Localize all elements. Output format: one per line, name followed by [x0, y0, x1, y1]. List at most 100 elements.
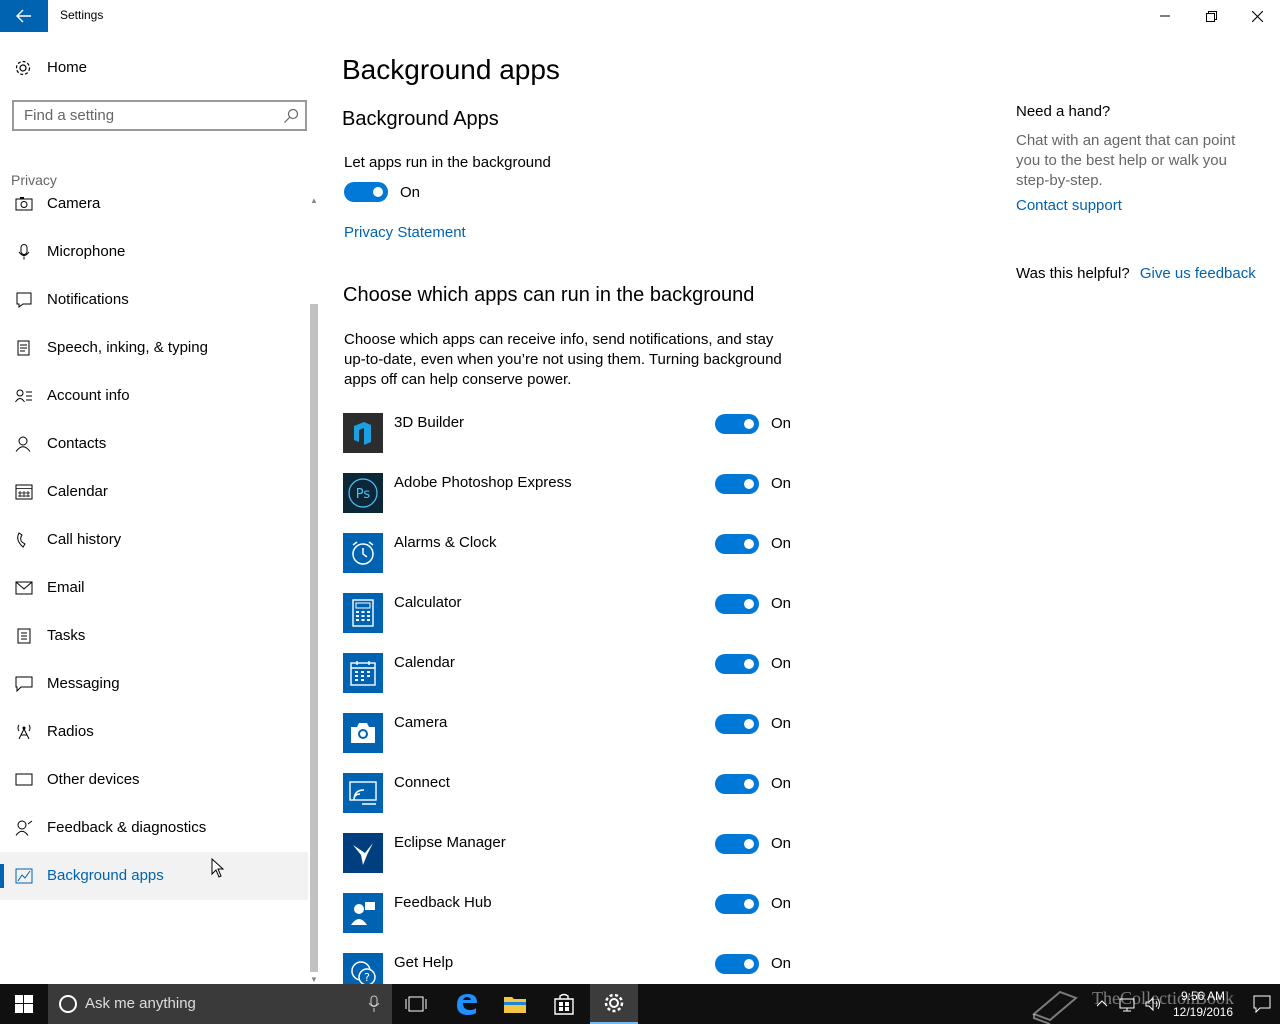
radios-icon [17, 724, 31, 740]
search-placeholder: Find a setting [24, 107, 115, 124]
app-toggle[interactable] [715, 894, 759, 914]
sidebar-item-label: Calendar [47, 483, 108, 500]
messaging-icon [15, 676, 33, 692]
section-title-choose-apps: Choose which apps can run in the backgro… [343, 284, 755, 306]
sidebar-item-speech[interactable]: Speech, inking, & typing [0, 324, 308, 372]
book-watermark-icon [1032, 990, 1078, 1024]
app-row-alarms-clock: Alarms & Clock On [343, 533, 803, 575]
sidebar-item-email[interactable]: Email [0, 564, 308, 612]
camera-app-icon [343, 713, 383, 753]
minimize-icon [1160, 15, 1170, 17]
svg-text:Ps: Ps [356, 487, 371, 502]
app-name: 3D Builder [394, 414, 465, 431]
cortana-search-box[interactable]: Ask me anything [48, 984, 392, 1024]
sidebar-item-tasks[interactable]: Tasks [0, 612, 308, 660]
task-view-button[interactable] [392, 984, 440, 1024]
taskbar-store[interactable] [540, 984, 588, 1024]
sidebar-item-label: Messaging [47, 675, 120, 692]
app-row-calendar: Calendar On [343, 653, 803, 695]
app-name: Feedback Hub [394, 894, 492, 911]
sidebar-item-label: Other devices [47, 771, 140, 788]
sidebar-item-label: Email [47, 579, 85, 596]
app-toggle[interactable] [715, 534, 759, 554]
scroll-down-icon[interactable]: ▼ [310, 975, 318, 984]
app-toggle[interactable] [715, 654, 759, 674]
restore-button[interactable] [1188, 0, 1234, 32]
sidebar-item-background-apps[interactable]: Background apps [0, 852, 308, 900]
camera-icon [15, 197, 33, 211]
scroll-up-icon[interactable]: ▲ [310, 196, 318, 205]
app-toggle-state: On [771, 415, 792, 432]
minimize-button[interactable] [1142, 0, 1188, 32]
windows-logo-icon [15, 995, 33, 1013]
call-history-icon [17, 532, 26, 548]
action-center-icon[interactable] [1252, 994, 1272, 1014]
sidebar-item-label: Speech, inking, & typing [47, 339, 208, 356]
account-info-icon [15, 389, 32, 403]
app-name: Eclipse Manager [394, 834, 506, 851]
microphone-icon[interactable] [368, 995, 380, 1013]
search-input[interactable]: Find a setting [12, 100, 307, 131]
sidebar-item-messaging[interactable]: Messaging [0, 660, 308, 708]
sidebar-item-other-devices[interactable]: Other devices [0, 756, 308, 804]
master-toggle[interactable] [344, 182, 388, 202]
get-help-icon: ? [343, 953, 383, 984]
speech-icon [17, 340, 30, 356]
app-toggle[interactable] [715, 414, 759, 434]
taskbar-settings[interactable] [590, 984, 638, 1024]
sidebar-item-notifications[interactable]: Notifications [0, 276, 308, 324]
contact-support-link[interactable]: Contact support [1016, 197, 1122, 214]
task-view-icon [405, 996, 427, 1012]
network-icon[interactable] [1118, 995, 1136, 1013]
app-toggle-state: On [771, 775, 792, 792]
feedback-icon [15, 820, 33, 836]
app-toggle[interactable] [715, 774, 759, 794]
volume-icon[interactable] [1144, 995, 1162, 1013]
toggle-knob [744, 839, 754, 849]
mouse-cursor-icon [211, 858, 225, 878]
give-feedback-link[interactable]: Give us feedback [1140, 265, 1256, 282]
sidebar-item-calendar[interactable]: Calendar [0, 468, 308, 516]
cortana-icon [59, 995, 77, 1013]
app-row-connect: Connect On [343, 773, 803, 815]
eclipse-manager-icon [343, 833, 383, 873]
sidebar-scrollbar[interactable]: ▲ ▼ [308, 196, 320, 984]
close-button[interactable] [1234, 0, 1280, 32]
taskbar-edge[interactable] [443, 984, 491, 1024]
connect-icon [343, 773, 383, 813]
cortana-placeholder: Ask me anything [85, 995, 196, 1012]
taskbar-clock[interactable]: 9:56 AM 12/19/2016 [1168, 988, 1238, 1020]
app-name: Get Help [394, 954, 454, 971]
sidebar-home[interactable]: Home [0, 52, 308, 84]
app-toggle[interactable] [715, 594, 759, 614]
start-button[interactable] [0, 984, 48, 1024]
sidebar-item-label: Camera [47, 195, 101, 212]
sidebar-item-account-info[interactable]: Account info [0, 372, 308, 420]
back-button[interactable] [0, 0, 48, 32]
gear-icon [604, 993, 624, 1013]
sidebar-item-label: Account info [47, 387, 130, 404]
toggle-knob [744, 539, 754, 549]
scroll-thumb[interactable] [310, 304, 318, 972]
chevron-up-icon[interactable] [1096, 998, 1108, 1008]
sidebar-item-feedback[interactable]: Feedback & diagnostics [0, 804, 308, 852]
sidebar-item-camera[interactable]: Camera [0, 180, 308, 228]
app-name: Connect [394, 774, 450, 791]
app-toggle[interactable] [715, 474, 759, 494]
sidebar-item-label: Background apps [47, 867, 164, 884]
sidebar-item-call-history[interactable]: Call history [0, 516, 308, 564]
gear-icon [15, 60, 31, 76]
taskbar-file-explorer[interactable] [491, 984, 539, 1024]
sidebar-item-microphone[interactable]: Microphone [0, 228, 308, 276]
app-toggle[interactable] [715, 954, 759, 974]
sidebar-item-contacts[interactable]: Contacts [0, 420, 308, 468]
sidebar-item-radios[interactable]: Radios [0, 708, 308, 756]
app-toggle[interactable] [715, 714, 759, 734]
page-title: Background apps [342, 54, 560, 85]
edge-icon [457, 994, 477, 1015]
svg-text:?: ? [364, 971, 370, 984]
privacy-statement-link[interactable]: Privacy Statement [344, 224, 466, 241]
app-toggle[interactable] [715, 834, 759, 854]
app-row-eclipse-manager: Eclipse Manager On [343, 833, 803, 875]
active-indicator [0, 864, 4, 888]
